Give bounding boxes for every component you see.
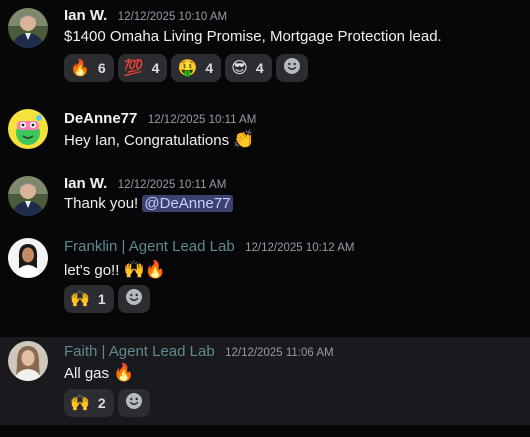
raised-hands-emoji: 🙌 xyxy=(70,289,90,308)
reaction-hundred[interactable]: 💯 4 xyxy=(117,54,168,82)
timestamp: 12/12/2025 10:11 AM xyxy=(117,179,227,191)
add-reaction-button[interactable] xyxy=(117,389,150,417)
avatar[interactable] xyxy=(8,109,48,149)
avatar[interactable] xyxy=(8,8,48,48)
reactions-bar: 🔥 6 💯 4 🤑 4 😎 4 xyxy=(64,54,308,82)
raised-hands-emoji: 🙌 xyxy=(70,393,90,412)
fire-emoji: 🔥 xyxy=(70,58,90,77)
timestamp: 12/12/2025 10:11 AM xyxy=(147,114,257,126)
smiley-plus-icon xyxy=(125,288,143,311)
reaction-count: 1 xyxy=(97,291,106,307)
reaction-sunglasses[interactable]: 😎 4 xyxy=(225,54,272,82)
message-text: Thank you! xyxy=(64,195,139,212)
reaction-count: 2 xyxy=(97,395,106,411)
timestamp: 12/12/2025 10:10 AM xyxy=(117,11,228,23)
message-text: $1400 Omaha Living Promise, Mortgage Pro… xyxy=(64,28,442,45)
reactions-bar: 🙌 1 xyxy=(64,285,150,313)
sunglasses-emoji: 😎 xyxy=(231,58,248,77)
message-text: let's go!! xyxy=(64,262,120,279)
smiley-plus-icon xyxy=(125,392,143,415)
reaction-count: 4 xyxy=(255,60,264,76)
username[interactable]: Franklin | Agent Lead Lab xyxy=(64,238,235,255)
money-mouth-emoji: 🤑 xyxy=(177,58,198,77)
username[interactable]: Faith | Agent Lead Lab xyxy=(64,343,215,360)
reaction-count: 6 xyxy=(97,60,106,76)
reactions-bar: 🙌 2 xyxy=(64,389,150,417)
timestamp: 12/12/2025 11:06 AM xyxy=(225,347,334,359)
avatar[interactable] xyxy=(8,238,48,278)
message: Ian W. 12/12/2025 10:10 AM $1400 Omaha L… xyxy=(0,0,530,96)
fire-emoji: 🔥 xyxy=(113,363,135,383)
reaction-raised-hands[interactable]: 🙌 1 xyxy=(64,285,114,313)
add-reaction-button[interactable] xyxy=(117,285,150,313)
avatar[interactable] xyxy=(8,176,48,216)
reaction-money-mouth[interactable]: 🤑 4 xyxy=(171,54,222,82)
username[interactable]: Ian W. xyxy=(64,7,107,24)
message: Franklin | Agent Lead Lab 12/12/2025 10:… xyxy=(0,230,530,330)
message: Faith | Agent Lead Lab 12/12/2025 11:06 … xyxy=(0,337,530,425)
reaction-fire[interactable]: 🔥 6 xyxy=(64,54,114,82)
message-text: Hey Ian, Congratulations xyxy=(64,132,230,149)
timestamp: 12/12/2025 10:12 AM xyxy=(245,242,355,254)
username[interactable]: DeAnne77 xyxy=(64,110,137,127)
raised-hands-fire-emoji: 🙌🔥 xyxy=(123,260,166,280)
reaction-raised-hands[interactable]: 🙌 2 xyxy=(64,389,114,417)
user-mention[interactable]: @DeAnne77 xyxy=(142,195,233,212)
message: Ian W. 12/12/2025 10:11 AM Thank you! @D… xyxy=(0,168,530,228)
hundred-points-emoji: 💯 xyxy=(123,58,144,77)
reaction-count: 4 xyxy=(151,60,160,76)
message-text: All gas xyxy=(64,365,110,382)
message: DeAnne77 12/12/2025 10:11 AM Hey Ian, Co… xyxy=(0,100,530,166)
username[interactable]: Ian W. xyxy=(64,175,107,192)
add-reaction-button[interactable] xyxy=(275,54,308,82)
clapping-hands-emoji: 👏 xyxy=(233,130,255,150)
reaction-count: 4 xyxy=(205,60,214,76)
smiley-plus-icon xyxy=(283,57,301,80)
avatar[interactable] xyxy=(8,341,48,381)
